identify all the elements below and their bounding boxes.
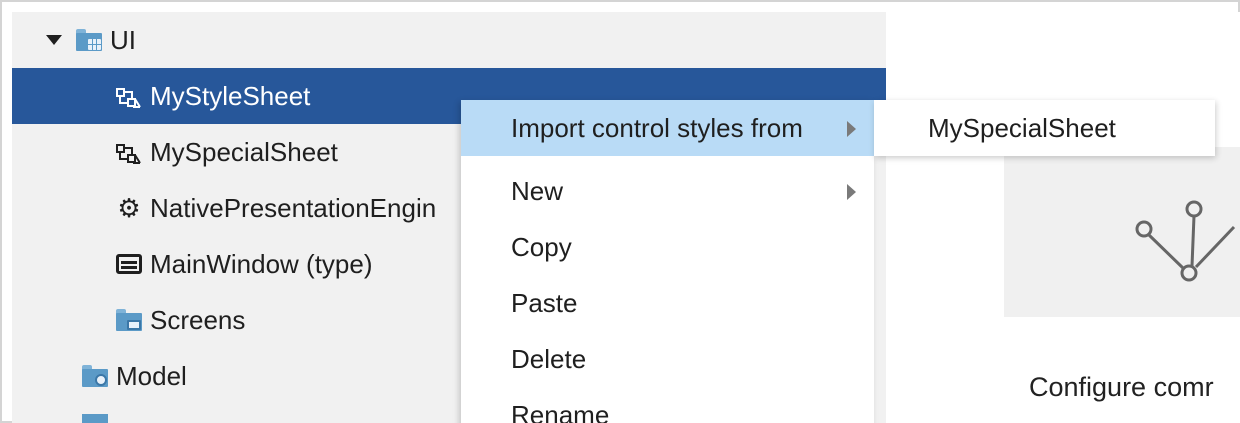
tree-item-label: Screens [150,304,246,335]
folder-model-icon [82,365,108,387]
tree-item-ui[interactable]: UI [12,12,886,68]
chevron-right-icon [847,121,856,137]
tree-item-label: Model [116,360,187,391]
folder-grid-icon [76,29,102,51]
submenu-item-myspecialsheet[interactable]: MySpecialSheet [874,100,1215,156]
gear-icon: ⚙ [117,193,141,223]
menu-item-paste[interactable]: Paste [461,275,874,331]
menu-item-import-control-styles[interactable]: Import control styles from [461,100,874,156]
tree-item-label: MyStyleSheet [150,80,311,111]
menu-item-rename[interactable]: Rename [461,387,874,423]
stylesheet-icon [116,141,142,164]
menu-item-label: Copy [511,231,572,262]
flow-diagram-icon [1135,200,1236,282]
tree-item-label: MySpecialSheet [150,136,338,167]
tree-item-label: MainWindow (type) [150,248,373,279]
menu-item-label: Import control styles from [511,112,803,143]
menu-item-label: Delete [511,343,587,374]
window-icon [116,254,142,274]
tree-item-label: UI [110,24,136,55]
stylesheet-icon [116,85,142,108]
menu-item-delete[interactable]: Delete [461,331,874,387]
submenu-import-sources: MySpecialSheet [874,100,1215,156]
menu-item-copy[interactable]: Copy [461,219,874,275]
details-pane: Configure comr [886,12,1240,423]
details-description: Configure comr [1029,372,1214,402]
menu-item-label: Paste [511,287,578,318]
tree-item-label: NativePresentationEngin [150,192,437,223]
menu-item-new[interactable]: New [461,163,874,219]
folder-screen-icon [116,309,142,331]
folder-icon [82,414,108,423]
chevron-down-icon[interactable] [46,35,62,45]
menu-item-label: MySpecialSheet [928,112,1116,143]
illustration [1004,147,1240,317]
chevron-right-icon [847,184,856,200]
menu-item-label: New [511,175,564,206]
context-menu: Import control styles from New Copy Past… [461,100,874,423]
menu-item-label: Rename [511,399,610,423]
app-window: UI MyStyleSheet MySpecialSheet ⚙ NativeP… [0,0,1240,423]
